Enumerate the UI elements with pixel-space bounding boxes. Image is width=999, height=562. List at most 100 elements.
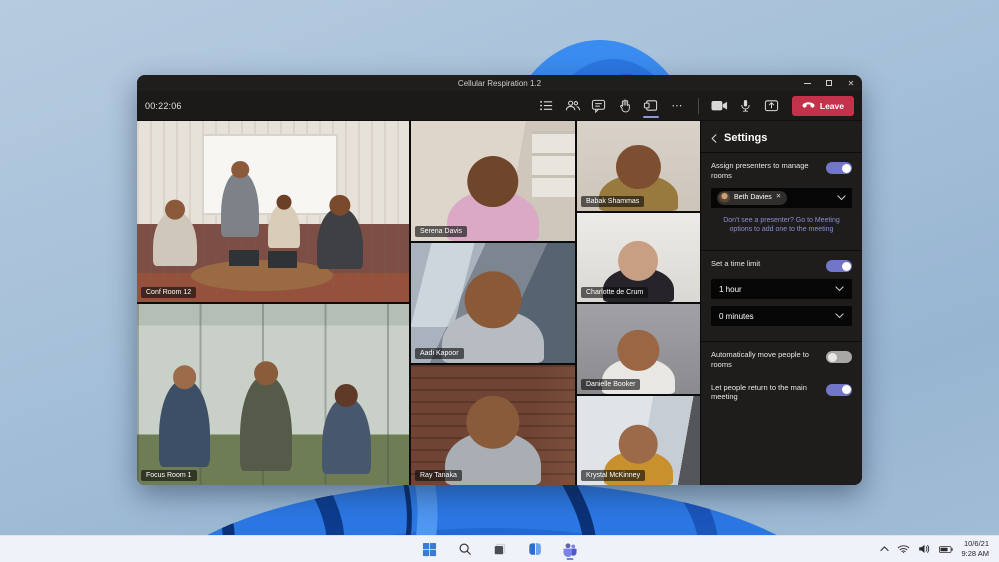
participant-name-label: Charlotte de Crum xyxy=(581,287,648,298)
presenter-picker-field[interactable]: Beth Davies ✕ xyxy=(711,188,852,208)
presenter-chip-name: Beth Davies xyxy=(734,194,772,201)
minimize-button[interactable] xyxy=(796,75,818,91)
person-silhouette xyxy=(153,212,197,266)
scene-laptop xyxy=(268,251,298,267)
camera-toggle-button[interactable] xyxy=(708,93,732,119)
participant-name-label: Krystal McKinney xyxy=(581,470,645,481)
time-limit-section: Set a time limit 1 hour 0 minutes xyxy=(701,250,862,335)
people-icon xyxy=(565,98,580,113)
participant-name-label: Focus Room 1 xyxy=(141,470,197,481)
search-icon xyxy=(458,542,472,556)
system-tray: 10/6/21 9:28 AM xyxy=(880,536,999,562)
start-button[interactable] xyxy=(417,537,443,561)
assign-presenters-label: Assign presenters to manage rooms xyxy=(711,161,817,181)
task-view-button[interactable] xyxy=(487,537,513,561)
window-title: Cellular Respiration 1.2 xyxy=(137,79,862,88)
person-silhouette xyxy=(159,380,211,467)
remove-presenter-icon[interactable]: ✕ xyxy=(776,194,781,201)
presenter-hint-link[interactable]: Don't see a presenter? Go to Meeting opt… xyxy=(711,216,852,236)
running-app-indicator xyxy=(566,558,573,561)
microphone-toggle-button[interactable] xyxy=(734,93,758,119)
wifi-icon[interactable] xyxy=(897,545,910,554)
person-silhouette xyxy=(322,398,371,474)
share-icon xyxy=(764,98,779,113)
chevron-down-icon xyxy=(837,195,846,200)
participant-name-label: Danielle Booker xyxy=(581,379,640,390)
share-screen-button[interactable] xyxy=(760,93,784,119)
breakout-rooms-settings-panel: Settings Assign presenters to manage roo… xyxy=(700,121,862,485)
video-tile-conf-room-12[interactable]: Conf Room 12 xyxy=(137,121,409,302)
breakout-rooms-icon xyxy=(643,98,658,113)
participant-name-label: Ray Tanaka xyxy=(415,470,462,481)
hours-value: 1 hour xyxy=(719,285,742,294)
taskbar-center-icons xyxy=(417,536,583,562)
teams-app-button[interactable] xyxy=(557,537,583,561)
hours-select[interactable]: 1 hour xyxy=(711,279,852,299)
grid-column-left: Conf Room 12 Focus Room 1 xyxy=(137,121,409,485)
show-participants-button[interactable] xyxy=(561,93,585,119)
widgets-button[interactable] xyxy=(522,537,548,561)
assign-presenters-toggle[interactable] xyxy=(826,162,852,174)
scene-laptop xyxy=(229,250,259,266)
taskbar-date: 10/6/21 xyxy=(961,539,989,549)
hidden-icons-chevron-icon[interactable] xyxy=(880,546,889,551)
presenter-chip[interactable]: Beth Davies ✕ xyxy=(717,191,787,205)
raise-hand-button[interactable] xyxy=(613,93,637,119)
taskbar-time: 9:28 AM xyxy=(961,549,989,559)
video-grid: Conf Room 12 Focus Room 1 Serena Davis xyxy=(137,121,700,485)
toolbar-divider xyxy=(698,98,699,114)
auto-move-label: Automatically move people to rooms xyxy=(711,350,817,370)
video-tile-krystal-mckinney[interactable]: Krystal McKinney xyxy=(577,396,700,486)
chevron-down-icon xyxy=(835,313,844,318)
teams-icon xyxy=(562,542,577,557)
toolbar-actions: ⋯ xyxy=(535,93,854,119)
assign-presenters-section: Assign presenters to manage rooms Beth D… xyxy=(701,152,862,244)
microphone-icon xyxy=(739,99,752,112)
maximize-button[interactable] xyxy=(818,75,840,91)
grid-column-right: Babak Shammas Charlotte de Crum Danielle… xyxy=(577,121,700,485)
minutes-value: 0 minutes xyxy=(719,312,754,321)
video-tile-aadi-kapoor[interactable]: Aadi Kapoor xyxy=(411,243,575,363)
video-tile-danielle-booker[interactable]: Danielle Booker xyxy=(577,304,700,394)
raised-hand-icon xyxy=(618,99,632,113)
video-tile-charlotte-de-crum[interactable]: Charlotte de Crum xyxy=(577,213,700,303)
settings-header: Settings xyxy=(701,121,862,152)
auto-move-toggle[interactable] xyxy=(826,351,852,363)
participant-name-label: Aadi Kapoor xyxy=(415,348,464,359)
more-actions-button[interactable]: ⋯ xyxy=(665,93,689,119)
battery-icon[interactable] xyxy=(939,546,953,553)
volume-icon[interactable] xyxy=(918,544,931,554)
close-button[interactable]: ✕ xyxy=(840,75,862,91)
video-tile-focus-room-1[interactable]: Focus Room 1 xyxy=(137,304,409,485)
list-view-icon[interactable] xyxy=(535,93,559,119)
participant-name-label: Conf Room 12 xyxy=(141,287,196,298)
scene-bookshelf xyxy=(532,131,575,197)
video-tile-babak-shammas[interactable]: Babak Shammas xyxy=(577,121,700,211)
back-chevron-icon[interactable] xyxy=(711,134,717,143)
windows-taskbar: 10/6/21 9:28 AM xyxy=(0,535,999,562)
person-silhouette xyxy=(240,376,292,470)
breakout-rooms-button[interactable] xyxy=(639,93,663,119)
participant-name-label: Babak Shammas xyxy=(581,196,644,207)
active-tab-indicator xyxy=(643,116,659,118)
bulleted-list-icon xyxy=(539,98,554,113)
teams-meeting-window: Cellular Respiration 1.2 ✕ 00:22:06 xyxy=(137,75,862,485)
leave-button-label: Leave xyxy=(820,101,844,111)
minutes-select[interactable]: 0 minutes xyxy=(711,306,852,326)
video-tile-serena-davis[interactable]: Serena Davis xyxy=(411,121,575,241)
time-limit-label: Set a time limit xyxy=(711,259,760,269)
camera-icon xyxy=(711,100,728,111)
video-tile-ray-tanaka[interactable]: Ray Tanaka xyxy=(411,365,575,485)
window-controls: ✕ xyxy=(796,75,862,91)
chat-icon xyxy=(591,98,606,113)
return-main-toggle[interactable] xyxy=(826,384,852,396)
search-button[interactable] xyxy=(452,537,478,561)
show-chat-button[interactable] xyxy=(587,93,611,119)
desktop: Cellular Respiration 1.2 ✕ 00:22:06 xyxy=(0,0,999,562)
scene-table xyxy=(191,260,332,291)
leave-button[interactable]: Leave xyxy=(792,96,854,116)
grid-column-middle: Serena Davis Aadi Kapoor Ray Tanaka xyxy=(411,121,575,485)
taskbar-clock[interactable]: 10/6/21 9:28 AM xyxy=(961,539,989,559)
time-limit-toggle[interactable] xyxy=(826,260,852,272)
window-titlebar: Cellular Respiration 1.2 ✕ xyxy=(137,75,862,91)
